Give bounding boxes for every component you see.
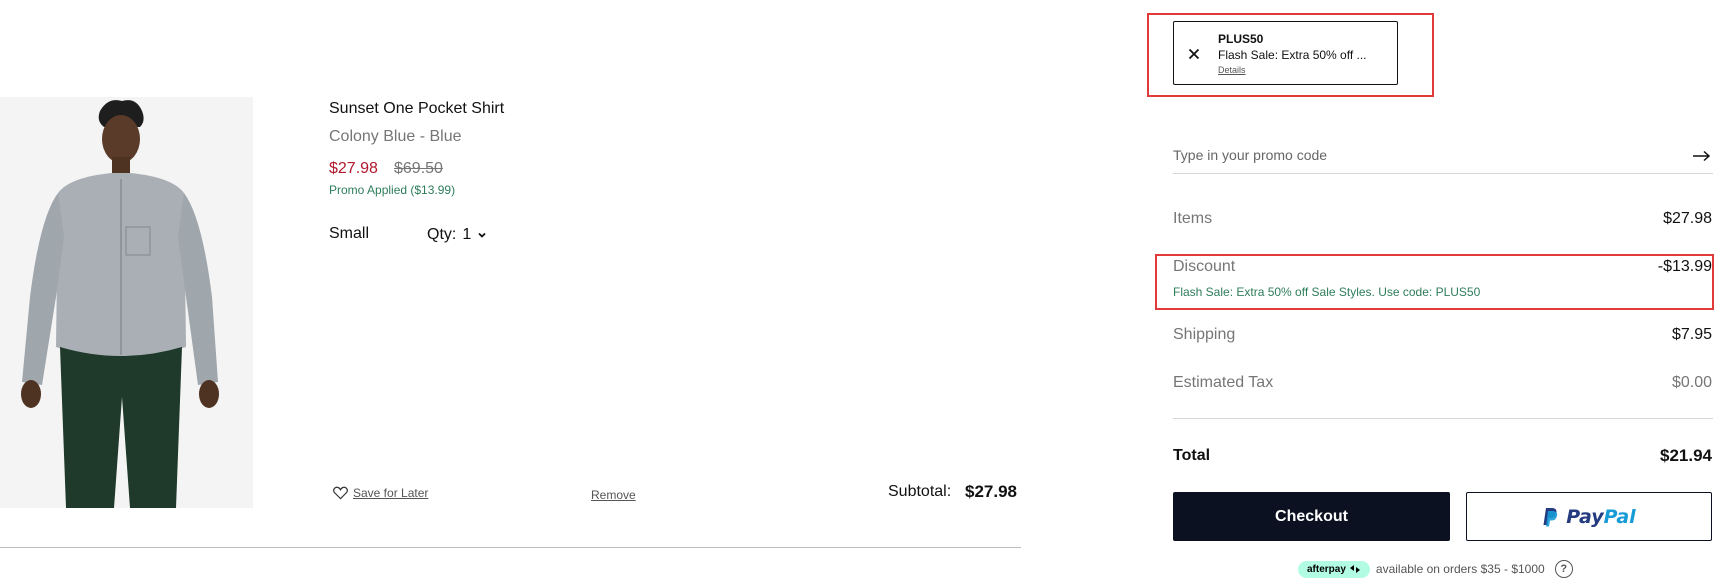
afterpay-info: afterpay available on orders $35 - $1000…	[1298, 559, 1573, 579]
original-price: $69.50	[394, 160, 443, 177]
size-label: Small	[329, 225, 370, 242]
paypal-button[interactable]: Pay Pal	[1466, 492, 1712, 541]
afterpay-text: available on orders $35 - $1000	[1375, 562, 1545, 576]
shipping-label: Shipping	[1173, 326, 1236, 343]
qty-label: Qty:	[427, 226, 457, 243]
promo-code: PLUS50	[1218, 32, 1264, 46]
applied-promo-chip: PLUS50 Flash Sale: Extra 50% off ... Det…	[1173, 21, 1398, 85]
close-icon[interactable]	[1186, 46, 1202, 62]
product-name[interactable]: Sunset One Pocket Shirt	[329, 100, 504, 118]
product-photo	[0, 97, 253, 508]
items-value: $27.98	[1663, 210, 1712, 227]
discount-value: -$13.99	[1657, 258, 1712, 275]
tax-label: Estimated Tax	[1173, 374, 1274, 391]
afterpay-arrows-icon	[1349, 565, 1360, 573]
subtotal-value: $27.98	[965, 482, 1017, 501]
afterpay-logo: afterpay	[1298, 560, 1370, 578]
discount-note: Flash Sale: Extra 50% off Sale Styles. U…	[1173, 285, 1481, 299]
summary-divider	[1173, 418, 1713, 419]
total-value: $21.94	[1660, 446, 1712, 465]
discount-label: Discount	[1173, 258, 1236, 275]
product-image[interactable]	[0, 97, 253, 508]
promo-description: Flash Sale: Extra 50% off ...	[1218, 48, 1367, 62]
remove-button[interactable]: Remove	[591, 488, 636, 502]
tax-value: $0.00	[1671, 374, 1712, 391]
shipping-value: $7.95	[1671, 326, 1712, 343]
save-for-later-label: Save for Later	[353, 486, 429, 500]
subtotal-label: Subtotal:	[888, 483, 952, 500]
paypal-pal-text: Pal	[1603, 505, 1636, 528]
paypal-pay-text: Pay	[1566, 505, 1604, 528]
promo-input-underline	[1173, 173, 1713, 174]
promo-code-input[interactable]	[1173, 145, 1673, 165]
discount-highlight-box	[1155, 254, 1714, 310]
quantity-select[interactable]: Qty: 1	[427, 224, 487, 246]
item-divider	[0, 547, 1021, 548]
total-label: Total	[1173, 447, 1211, 464]
promo-details-link[interactable]: Details	[1218, 65, 1246, 75]
save-for-later-button[interactable]: Save for Later	[333, 486, 428, 500]
promo-applied-text: Promo Applied ($13.99)	[329, 183, 456, 197]
items-label: Items	[1173, 210, 1213, 227]
afterpay-logo-text: afterpay	[1307, 563, 1346, 575]
chevron-down-icon	[477, 230, 487, 240]
qty-value: 1	[462, 226, 472, 243]
arrow-right-icon[interactable]	[1692, 149, 1712, 163]
paypal-logo-icon	[1543, 507, 1558, 526]
heart-icon	[333, 486, 348, 500]
checkout-button[interactable]: Checkout	[1173, 492, 1450, 541]
sale-price: $27.98	[329, 160, 378, 177]
product-color: Colony Blue - Blue	[329, 128, 462, 145]
help-icon[interactable]: ?	[1554, 560, 1573, 578]
